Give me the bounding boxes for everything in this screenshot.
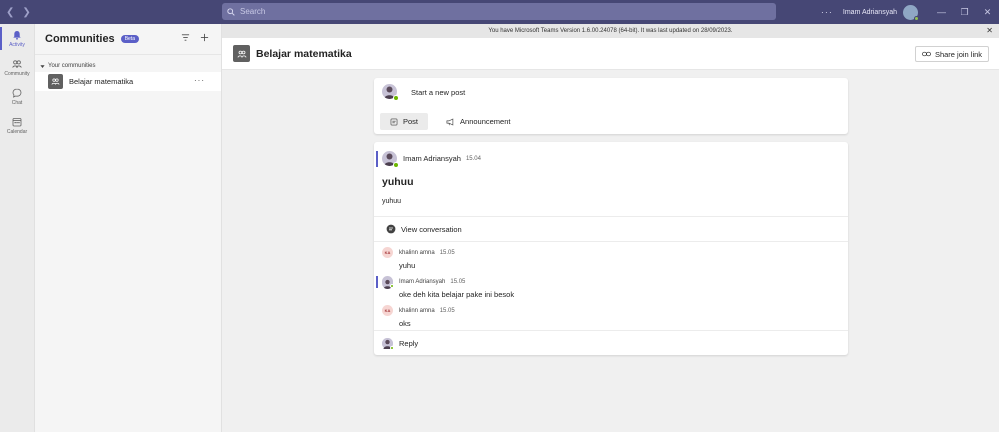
community-name: Belajar matematika [69,77,134,86]
close-icon[interactable]: ✕ [986,26,993,35]
presence-dot [393,162,399,168]
presence-dot [390,284,394,288]
reply-time: 15.05 [439,249,455,256]
communities-panel: Communities Beta Your communities Belaja… [35,24,222,432]
nav-arrows: ❮ ❯ [0,7,222,18]
reply-text: oke deh kita belajar pake ini besok [399,290,515,299]
panel-title: Communities [45,33,115,45]
share-join-link-button[interactable]: Share join link [915,46,989,62]
avatar[interactable] [903,4,919,21]
reply-author[interactable]: khalinn amna [399,308,435,314]
rail-item-activity[interactable]: Activity [0,24,34,53]
calendar-icon [12,117,22,126]
post-time: 15.04 [465,155,481,162]
reply-item: KA khalinn amna 15.05 yuhu [382,247,455,270]
chat-icon [12,88,22,98]
title-bar: ❮ ❯ ··· Imam Adriansyah — ❐ ✕ [0,0,999,24]
beta-badge: Beta [120,35,139,43]
app-rail: Activity Community Chat Calendar [0,24,35,432]
avatar: KA [382,247,393,258]
rail-item-label: Chat [11,99,23,106]
megaphone-icon [446,117,454,126]
start-new-post[interactable]: Start a new post [411,88,465,97]
filter-icon[interactable] [181,33,190,42]
reply-item: KA khalinn amna 15.05 oks [382,305,455,328]
caret-down-icon [40,64,45,68]
rail-item-community[interactable]: Community [0,53,34,82]
community-icon [237,50,246,58]
rail-item-label: Calendar [6,128,28,135]
bell-icon [13,30,21,40]
presence-dot [393,95,399,101]
search-input[interactable] [240,7,740,16]
search-icon [227,7,235,16]
community-icon [51,78,60,85]
reply-label: Reply [399,339,419,348]
banner-text: You have Microsoft Teams Version 1.6.00.… [488,28,733,34]
avatar [382,276,394,289]
post-card: Imam Adriansyah 15.04 yuhuu yuhuu View c… [374,142,848,355]
unread-indicator [376,276,378,288]
panel-header: Communities Beta [35,24,221,55]
channel-header: Belajar matematika Share join link [222,38,999,70]
forward-arrow-icon[interactable]: ❯ [22,7,30,18]
reply-text: oks [399,319,411,328]
rail-item-label: Community [4,70,30,77]
avatar: KA [382,305,393,316]
search-box[interactable] [222,3,776,20]
tab-announcement[interactable]: Announcement [436,113,520,130]
page-title: Belajar matematika [256,47,352,60]
post-icon [390,118,398,125]
more-options-icon[interactable]: ··· [821,7,833,17]
reply-time: 15.05 [450,278,466,285]
presence-dot [390,346,394,350]
tab-post[interactable]: Post [380,113,429,130]
reply-author[interactable]: Imam Adriansyah [399,279,445,285]
community-group-header[interactable]: Your communities [35,55,221,69]
tab-label: Announcement [460,117,511,126]
community-icon [12,59,22,68]
share-label: Share join link [934,49,983,59]
restore-icon[interactable]: ❐ [953,7,976,18]
community-avatar [233,45,250,62]
reply-author[interactable]: khalinn amna [399,250,435,256]
community-item[interactable]: Belajar matematika ··· [35,72,221,91]
reply-text: yuhu [399,261,416,270]
divider [374,241,848,242]
view-conversation-label: View conversation [401,224,462,234]
compose-card: Start a new post Post Announcement [374,78,848,134]
tab-label: Post [403,117,419,126]
user-name: Imam Adriansyah [842,8,897,16]
rail-item-label: Activity [9,41,25,48]
avatar [382,338,394,350]
unread-indicator [376,151,378,167]
add-icon[interactable] [200,33,209,42]
close-window-icon[interactable]: ✕ [976,7,999,18]
community-avatar [48,74,63,89]
minimize-icon[interactable]: — [930,7,953,17]
back-arrow-icon[interactable]: ❮ [6,7,14,18]
view-conversation-button[interactable]: View conversation [386,224,462,234]
link-icon [922,51,931,57]
post-author[interactable]: Imam Adriansyah [403,154,461,163]
reply-item: Imam Adriansyah 15.05 oke deh kita belaj… [382,276,514,299]
reply-time: 15.05 [439,307,455,314]
rail-item-chat[interactable]: Chat [0,82,34,111]
more-options-icon[interactable]: ··· [194,76,205,85]
group-label: Your communities [48,63,96,69]
reply-button[interactable]: Reply [382,338,419,350]
conversation-icon [386,224,396,234]
main-area: Start a new post Post Announcement Imam … [222,70,999,432]
rail-item-calendar[interactable]: Calendar [0,111,34,140]
divider [374,216,848,217]
divider [374,330,848,331]
update-banner: You have Microsoft Teams Version 1.6.00.… [222,24,999,38]
presence-dot [914,15,919,21]
post-body: yuhuu [382,198,402,205]
post-title: yuhuu [382,176,414,188]
